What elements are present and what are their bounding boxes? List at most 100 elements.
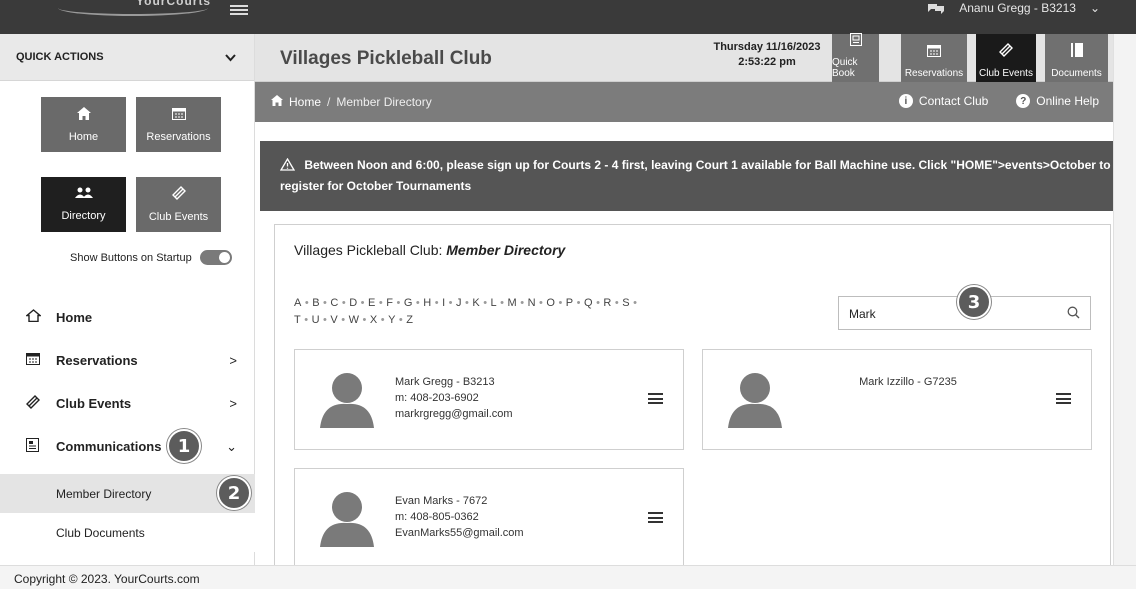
- letter-filter-n[interactable]: N: [528, 297, 536, 309]
- sidebar-item-member-directory[interactable]: Member Directory 2: [0, 474, 255, 513]
- quick-reservations-button[interactable]: Reservations: [136, 97, 221, 152]
- letter-filter-d[interactable]: D: [349, 297, 357, 309]
- letter-filter-s[interactable]: S: [622, 297, 630, 309]
- sidebar-item-club-documents[interactable]: Club Documents: [0, 513, 255, 552]
- member-card[interactable]: Mark Gregg - B3213 m: 408-203-6902 markr…: [294, 349, 684, 450]
- letter-filter-v[interactable]: V: [330, 314, 338, 326]
- member-menu-icon[interactable]: [1056, 393, 1071, 404]
- club-name: Villages Pickleball Club: [280, 48, 492, 69]
- newspaper-icon: [26, 437, 56, 456]
- letter-filter-j[interactable]: J: [456, 297, 462, 309]
- online-help-link[interactable]: ? Online Help: [1016, 94, 1099, 108]
- letter-filter-l[interactable]: L: [491, 297, 498, 309]
- member-card[interactable]: Evan Marks - 7672 m: 408-805-0362 EvanMa…: [294, 468, 684, 569]
- sidebar-item-label: Club Events: [56, 396, 132, 411]
- chevron-down-icon[interactable]: [225, 50, 236, 65]
- letter-filter-c[interactable]: C: [330, 297, 338, 309]
- letter-filter-q[interactable]: Q: [584, 297, 593, 309]
- letter-filter-w[interactable]: W: [349, 314, 360, 326]
- quick-actions-header[interactable]: QUICK ACTIONS: [0, 34, 254, 81]
- letter-separator: •: [614, 297, 620, 309]
- user-chevron-icon[interactable]: ⌄: [1090, 1, 1100, 15]
- menu-toggle-icon[interactable]: [230, 5, 248, 15]
- contact-club-link[interactable]: i Contact Club: [898, 94, 989, 108]
- member-menu-icon[interactable]: [648, 393, 663, 404]
- search-icon[interactable]: [1067, 306, 1080, 324]
- letter-filter-i[interactable]: I: [442, 297, 446, 309]
- letter-filter-a[interactable]: A: [294, 297, 302, 309]
- header-reservations-button[interactable]: Reservations: [901, 34, 967, 82]
- letter-filter-p[interactable]: P: [566, 297, 574, 309]
- sidebar-nav: Home Reservations > Club Events > Commun…: [0, 296, 255, 552]
- member-menu-icon[interactable]: [648, 512, 663, 523]
- alphabet-filter: A • B • C • D • E • F • G • H • I • J • K • L • M • N • O • P • Q • R • S • T…: [294, 295, 814, 329]
- letter-filter-y[interactable]: Y: [388, 314, 396, 326]
- letter-filter-h[interactable]: H: [423, 297, 431, 309]
- member-name: Evan Marks - 7672: [395, 495, 488, 507]
- calendar-icon: [927, 44, 941, 59]
- avatar: [315, 366, 379, 430]
- letter-filter-m[interactable]: M: [508, 297, 518, 309]
- member-name: Mark Izzillo - G7235: [859, 376, 957, 388]
- document-icon: [1070, 43, 1083, 59]
- copyright-text: Copyright © 2023. YourCourts.com: [14, 572, 200, 586]
- breadcrumb-home-link[interactable]: Home: [289, 95, 321, 109]
- quick-home-button[interactable]: Home: [41, 97, 126, 152]
- letter-separator: •: [362, 314, 367, 326]
- member-info: Evan Marks - 7672 m: 408-805-0362 EvanMa…: [395, 493, 524, 541]
- letter-filter-o[interactable]: O: [546, 297, 555, 309]
- letter-filter-u[interactable]: U: [312, 314, 320, 326]
- letter-separator: •: [633, 297, 638, 309]
- contact-club-label: Contact Club: [918, 94, 989, 108]
- calendar-icon: [26, 352, 56, 369]
- letter-filter-z[interactable]: Z: [406, 314, 413, 326]
- club-alert: Between Noon and 6:00, please sign up fo…: [260, 141, 1126, 211]
- member-email[interactable]: EvanMarks55@gmail.com: [395, 525, 524, 541]
- user-area[interactable]: Ananu Gregg - B3213 ⌄: [927, 0, 1100, 16]
- sidebar-item-communications[interactable]: Communications ⌄ 1: [0, 425, 255, 468]
- search-input[interactable]: [849, 305, 1049, 323]
- letter-filter-b[interactable]: B: [312, 297, 320, 309]
- quick-club-events-button[interactable]: Club Events: [136, 177, 221, 232]
- user-name[interactable]: Ananu Gregg - B3213: [959, 1, 1076, 15]
- letter-filter-t[interactable]: T: [294, 314, 301, 326]
- current-date: Thursday 11/16/2023: [713, 41, 821, 53]
- header-documents-button[interactable]: Documents: [1045, 34, 1108, 82]
- letter-separator: •: [360, 297, 366, 309]
- letter-filter-e[interactable]: E: [368, 297, 376, 309]
- member-name: Mark Gregg - B3213: [395, 376, 495, 388]
- letter-separator: •: [483, 297, 488, 309]
- member-search: 3: [838, 285, 1091, 330]
- letter-filter-k[interactable]: K: [472, 297, 480, 309]
- sidebar-item-label: Member Directory: [56, 486, 152, 501]
- letter-filter-f[interactable]: F: [386, 297, 393, 309]
- main-content: Between Noon and 6:00, please sign up fo…: [255, 122, 1136, 584]
- letter-separator: •: [380, 314, 386, 326]
- letter-separator: •: [558, 297, 563, 309]
- chevron-right-icon: >: [229, 396, 237, 411]
- alphabet-row: A • B • C • D • E • F • G • H • I • J • K • L • M • N • O • P • Q • R • S •: [294, 295, 814, 312]
- quick-book-button[interactable]: Quick Book: [832, 33, 879, 82]
- quick-reservations-label: Reservations: [146, 130, 211, 143]
- header-club-events-button[interactable]: Club Events: [976, 34, 1036, 82]
- letter-filter-r[interactable]: R: [603, 297, 611, 309]
- logo[interactable]: YourCourts: [58, 0, 210, 16]
- member-card[interactable]: Mark Izzillo - G7235: [702, 349, 1092, 450]
- sidebar-item-reservations[interactable]: Reservations >: [0, 339, 255, 382]
- quick-directory-button[interactable]: Directory: [41, 177, 126, 232]
- home-icon[interactable]: [271, 95, 283, 109]
- sidebar-item-club-events[interactable]: Club Events >: [0, 382, 255, 425]
- callout-badge-2: 2: [217, 476, 251, 510]
- member-email[interactable]: markrgregg@gmail.com: [395, 406, 513, 422]
- letter-filter-g[interactable]: G: [404, 297, 413, 309]
- show-buttons-toggle[interactable]: [199, 250, 232, 265]
- sidebar-item-home[interactable]: Home: [0, 296, 255, 339]
- ticket-icon: [999, 43, 1013, 59]
- directory-title-prefix: Villages Pickleball Club:: [294, 242, 447, 258]
- directory-title-emphasis: Member Directory: [446, 242, 566, 258]
- chat-icon[interactable]: [927, 2, 945, 14]
- letter-separator: •: [398, 314, 404, 326]
- letter-filter-x[interactable]: X: [370, 314, 378, 326]
- breadcrumb-bar: Home / Member Directory i Contact Club ?…: [255, 82, 1113, 122]
- scrollbar[interactable]: [1113, 34, 1136, 565]
